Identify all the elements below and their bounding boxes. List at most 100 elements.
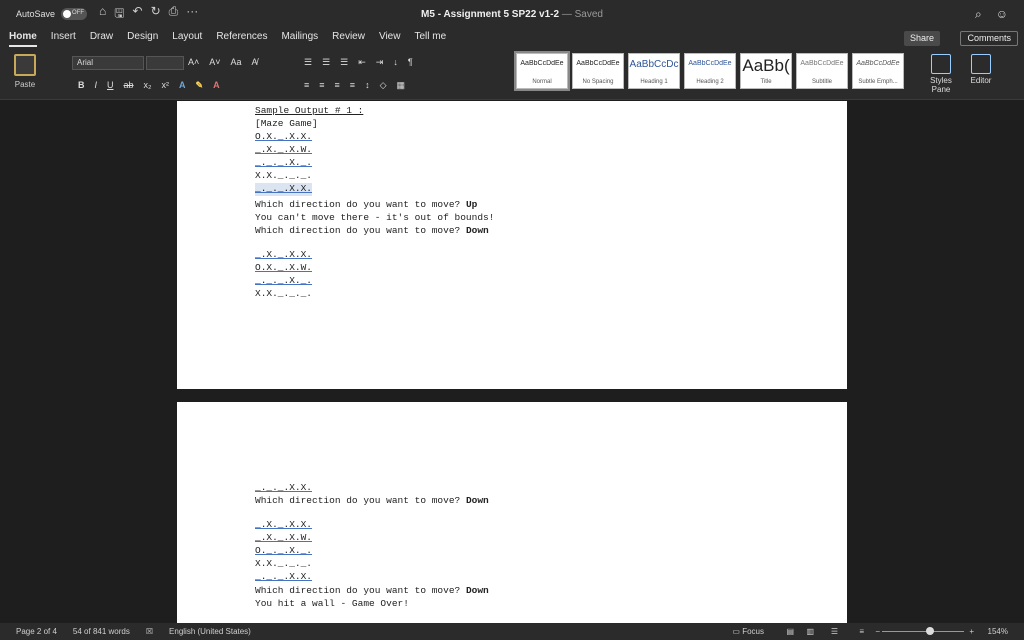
change-case-icon[interactable]: Aa [231, 57, 242, 67]
text-line: _.X._.X.X. [255, 249, 313, 260]
numbering-icon[interactable]: ☰ [322, 57, 330, 68]
tab-layout[interactable]: Layout [165, 28, 209, 48]
focus-button[interactable]: ▭ Focus [732, 627, 764, 636]
decrease-indent-icon[interactable]: ⇤ [358, 57, 366, 68]
align-center-icon[interactable]: ≡ [319, 80, 324, 91]
page-count[interactable]: Page 2 of 4 [16, 627, 57, 636]
style-no-spacing[interactable]: AaBbCcDdEe No Spacing [572, 53, 624, 89]
align-right-icon[interactable]: ≡ [335, 80, 340, 91]
text-line: Which direction do you want to move? Dow… [255, 495, 489, 506]
text-line: _.X._.X.W. [255, 144, 313, 155]
tab-tell-me[interactable]: Tell me [407, 28, 453, 48]
highlight-icon[interactable]: ✎ [196, 80, 204, 91]
text-effects-icon[interactable]: A [179, 80, 186, 91]
language-indicator[interactable]: English (United States) [169, 627, 251, 636]
sort-icon[interactable]: ↓ [393, 57, 398, 68]
zoom-in-icon[interactable]: + [969, 627, 974, 636]
text-line: _._._.X.X. [255, 571, 313, 582]
styles-pane-button[interactable]: Styles Pane [928, 54, 954, 94]
multilevel-icon[interactable]: ☰ [340, 57, 348, 68]
zoom-slider[interactable] [882, 627, 964, 635]
text-line: X.X._._._. [255, 558, 313, 569]
font-size-dropdown[interactable] [146, 56, 184, 70]
word-count[interactable]: 54 of 841 words [73, 627, 130, 636]
bullets-icon[interactable]: ☰ [304, 57, 312, 68]
bold-button[interactable]: B [78, 80, 85, 91]
draft-view-icon[interactable]: ≡ [859, 627, 864, 636]
sample-output-heading: Sample Output # 1 : [255, 105, 364, 116]
grow-font-icon[interactable]: A˄ [188, 57, 199, 67]
text-line: X.X._._._. [255, 288, 313, 299]
style-heading-1[interactable]: AaBbCcDc Heading 1 [628, 53, 680, 89]
text-line: _.X._.X.X. [255, 519, 313, 530]
search-icon[interactable]: ⌕ [975, 7, 982, 22]
style-title[interactable]: AaBb(Title [740, 53, 792, 89]
document-page[interactable]: Sample Output # 1 : [Maze Game] O.X._.X.… [177, 101, 847, 389]
style-normal[interactable]: AaBbCcDdEe Normal [514, 51, 570, 91]
text-line: You can't move there - it's out of bound… [255, 212, 495, 223]
document-name: M5 - Assignment 5 SP22 v1-2 [421, 8, 560, 20]
text-line: O.X._.X.W. [255, 262, 313, 273]
ribbon-toolbar: Paste Arial A˄ A˅ Aa A̸ B I U ab x₂ x² A… [0, 48, 1024, 100]
status-bar: Page 2 of 4 54 of 841 words ☒ English (U… [0, 623, 1024, 640]
style-heading-2[interactable]: AaBbCcDdEe Heading 2 [684, 53, 736, 89]
share-button[interactable]: Share [903, 31, 940, 46]
text-line: You hit a wall - Game Over! [255, 598, 409, 609]
text-line: Which direction do you want to move? Dow… [255, 585, 489, 596]
outline-view-icon[interactable]: ☰ [831, 627, 838, 636]
account-icon[interactable]: ☺ [996, 7, 1008, 22]
underline-button[interactable]: U [107, 80, 114, 91]
strikethrough-button[interactable]: ab [124, 80, 134, 91]
web-layout-icon[interactable]: ▥ [806, 627, 814, 636]
superscript-button[interactable]: x² [162, 80, 170, 91]
paste-button[interactable]: Paste [10, 54, 40, 89]
document-title: M5 - Assignment 5 SP22 v1-2 — Saved [0, 9, 1024, 20]
font-name-dropdown[interactable]: Arial [72, 56, 144, 70]
style-subtitle[interactable]: AaBbCcDdEe Subtitle [796, 53, 848, 89]
zoom-level[interactable]: 154% [988, 627, 1008, 636]
style-subtle-emphasis[interactable]: AaBbCcDdEe Subtle Emph... [852, 53, 904, 89]
font-color-icon[interactable]: A [213, 80, 220, 91]
tab-mailings[interactable]: Mailings [274, 28, 325, 48]
styles-gallery: AaBbCcDdEe Normal AaBbCcDdEe No Spacing Aa… [514, 51, 904, 91]
shrink-font-icon[interactable]: A˅ [209, 57, 220, 67]
tab-home[interactable]: Home [2, 28, 44, 48]
text-line: O.X._.X.X. [255, 131, 313, 142]
subscript-button[interactable]: x₂ [144, 80, 152, 91]
editor-button[interactable]: Editor [968, 54, 994, 85]
increase-indent-icon[interactable]: ⇥ [376, 57, 384, 68]
italic-button[interactable]: I [95, 80, 98, 91]
clipboard-icon [14, 54, 36, 76]
saved-status[interactable]: — Saved [562, 9, 603, 20]
zoom-out-icon[interactable]: − [875, 627, 880, 636]
justify-icon[interactable]: ≡ [350, 80, 355, 91]
text-line: X.X._._._. [255, 170, 313, 181]
tab-review[interactable]: Review [325, 28, 372, 48]
text-line: _._._.X._. [255, 275, 313, 286]
tab-insert[interactable]: Insert [44, 28, 83, 48]
text-line: [Maze Game] [255, 118, 318, 129]
tab-draw[interactable]: Draw [83, 28, 120, 48]
pilcrow-icon[interactable]: ¶ [408, 57, 413, 68]
answer-text: Down [465, 585, 489, 596]
styles-pane-icon [931, 54, 951, 74]
tab-view[interactable]: View [372, 28, 408, 48]
text-line: _._._.X.X. [255, 183, 313, 196]
align-left-icon[interactable]: ≡ [304, 80, 309, 91]
document-page[interactable]: _._._.X.X. Which direction do you want t… [177, 402, 847, 623]
answer-text: Down [465, 225, 489, 236]
print-layout-icon[interactable]: ▤ [786, 627, 794, 636]
text-line: _.X._.X.W. [255, 532, 313, 543]
clear-format-icon[interactable]: A̸ [252, 57, 258, 67]
ribbon-tabs: Home Insert Draw Design Layout Reference… [0, 28, 1024, 48]
proofing-icon[interactable]: ☒ [146, 627, 153, 636]
borders-icon[interactable]: ▦ [396, 80, 405, 91]
line-spacing-icon[interactable]: ↕ [365, 80, 370, 91]
tab-references[interactable]: References [209, 28, 274, 48]
text-line: Which direction do you want to move? Up [255, 199, 478, 210]
shading-icon[interactable]: ◇ [380, 80, 387, 91]
comments-button[interactable]: Comments [960, 31, 1018, 46]
tab-design[interactable]: Design [120, 28, 165, 48]
answer-text: Up [465, 199, 478, 210]
document-canvas[interactable]: Sample Output # 1 : [Maze Game] O.X._.X.… [0, 101, 1024, 623]
